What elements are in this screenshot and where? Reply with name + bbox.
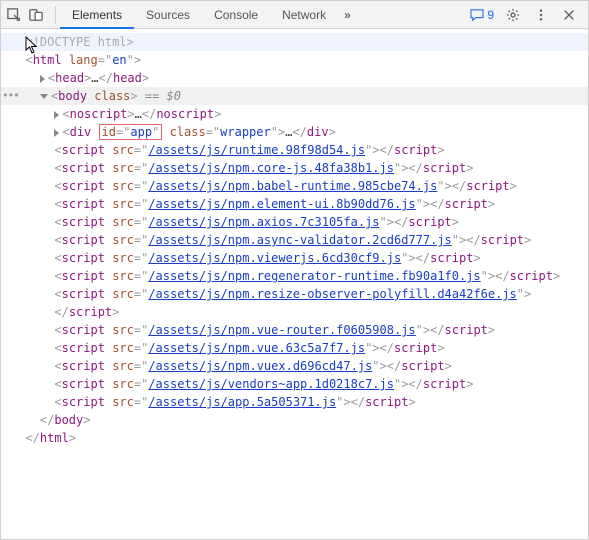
tree-line-script[interactable]: <script src="/assets/js/vendors~app.1d02… <box>1 375 588 393</box>
toolbar-left-icons <box>5 6 51 24</box>
tree-line-body-close[interactable]: </body> <box>1 411 588 429</box>
chevron-double-right-icon: » <box>344 8 351 22</box>
script-src-link[interactable]: /assets/js/npm.vue.63c5a7f7.js <box>148 341 365 355</box>
close-icon <box>562 8 576 22</box>
gutter-ellipsis-icon: ••• <box>2 87 19 105</box>
devtools-toolbar: Elements Sources Console Network » 9 <box>1 1 588 29</box>
chat-icon <box>470 9 484 21</box>
gear-icon <box>506 8 520 22</box>
tree-line-script[interactable]: <script src="/assets/js/npm.resize-obser… <box>1 285 588 303</box>
kebab-icon <box>534 8 548 22</box>
script-src-link[interactable]: /assets/js/npm.core-js.48fa38b1.js <box>148 161 394 175</box>
tree-line-html-open[interactable]: <html lang="en"> <box>1 51 588 69</box>
tab-label: Elements <box>72 8 122 22</box>
toolbar-divider <box>55 6 56 24</box>
tree-line-script[interactable]: <script src="/assets/js/npm.async-valida… <box>1 231 588 249</box>
scripts-container: <script src="/assets/js/runtime.98f98d54… <box>1 141 588 411</box>
script-src-link[interactable]: /assets/js/npm.regenerator-runtime.fb90a… <box>148 269 480 283</box>
tab-elements[interactable]: Elements <box>60 1 134 28</box>
inspect-element-icon[interactable] <box>5 6 23 24</box>
script-src-link[interactable]: /assets/js/npm.async-validator.2cd6d777.… <box>148 233 451 247</box>
selected-node-marker: == $0 <box>145 89 181 103</box>
tree-line-script[interactable]: <script src="/assets/js/npm.vue-router.f… <box>1 321 588 339</box>
tree-line-head[interactable]: <head>…</head> <box>1 69 588 87</box>
expand-arrow-icon[interactable] <box>54 111 59 119</box>
settings-button[interactable] <box>504 6 522 24</box>
script-src-link[interactable]: /assets/js/runtime.98f98d54.js <box>148 143 365 157</box>
collapse-arrow-icon[interactable] <box>40 94 48 99</box>
elements-tree[interactable]: <!DOCTYPE html> <html lang="en"> <head>…… <box>1 29 588 447</box>
tree-line-script[interactable]: <script src="/assets/js/npm.vuex.d696cd4… <box>1 357 588 375</box>
messages-count: 9 <box>487 8 494 22</box>
tree-line-doctype[interactable]: <!DOCTYPE html> <box>1 33 588 51</box>
tree-line-script[interactable]: <script src="/assets/js/npm.regenerator-… <box>1 267 588 285</box>
script-src-link[interactable]: /assets/js/npm.resize-observer-polyfill.… <box>148 287 516 301</box>
tree-line-script-close[interactable]: </script> <box>1 303 588 321</box>
device-toolbar-icon[interactable] <box>27 6 45 24</box>
more-tabs-button[interactable]: » <box>338 8 357 22</box>
tree-line-script[interactable]: <script src="/assets/js/npm.viewerjs.6cd… <box>1 249 588 267</box>
script-src-link[interactable]: /assets/js/npm.element-ui.8b90dd76.js <box>148 197 415 211</box>
script-src-link[interactable]: /assets/js/vendors~app.1d0218c7.js <box>148 377 394 391</box>
tree-line-script[interactable]: <script src="/assets/js/npm.axios.7c3105… <box>1 213 588 231</box>
toolbar-tabs: Elements Sources Console Network » <box>60 1 357 28</box>
more-options-button[interactable] <box>532 6 550 24</box>
tab-network[interactable]: Network <box>270 1 338 28</box>
tree-line-body-open[interactable]: ••• <body class> == $0 <box>1 87 588 105</box>
tree-line-noscript[interactable]: <noscript>…</noscript> <box>1 105 588 123</box>
script-src-link[interactable]: /assets/js/npm.axios.7c3105fa.js <box>148 215 379 229</box>
doctype-text: <!DOCTYPE html> <box>25 35 133 49</box>
tab-sources[interactable]: Sources <box>134 1 202 28</box>
tab-console[interactable]: Console <box>202 1 270 28</box>
tab-label: Console <box>214 8 258 22</box>
script-src-link[interactable]: /assets/js/npm.vue-router.f0605908.js <box>148 323 415 337</box>
tree-line-script[interactable]: <script src="/assets/js/npm.core-js.48fa… <box>1 159 588 177</box>
expand-arrow-icon[interactable] <box>40 75 45 83</box>
toolbar-right-icons: 9 <box>470 6 584 24</box>
tree-line-script[interactable]: <script src="/assets/js/npm.babel-runtim… <box>1 177 588 195</box>
highlight-box: id="app" <box>99 124 163 140</box>
tree-line-script[interactable]: <script src="/assets/js/app.5a505371.js"… <box>1 393 588 411</box>
expand-arrow-icon[interactable] <box>54 129 59 137</box>
tab-label: Sources <box>146 8 190 22</box>
tree-line-script[interactable]: <script src="/assets/js/npm.vue.63c5a7f7… <box>1 339 588 357</box>
tree-line-script[interactable]: <script src="/assets/js/runtime.98f98d54… <box>1 141 588 159</box>
messages-badge[interactable]: 9 <box>470 8 494 22</box>
tree-line-div-app[interactable]: <div id="app" class="wrapper">…</div> <box>1 123 588 141</box>
tab-label: Network <box>282 8 326 22</box>
close-button[interactable] <box>560 6 578 24</box>
script-src-link[interactable]: /assets/js/npm.babel-runtime.985cbe74.js <box>148 179 437 193</box>
script-src-link[interactable]: /assets/js/app.5a505371.js <box>148 395 336 409</box>
tree-line-html-close[interactable]: </html> <box>1 429 588 447</box>
tree-line-script[interactable]: <script src="/assets/js/npm.element-ui.8… <box>1 195 588 213</box>
script-src-link[interactable]: /assets/js/npm.viewerjs.6cd30cf9.js <box>148 251 401 265</box>
script-src-link[interactable]: /assets/js/npm.vuex.d696cd47.js <box>148 359 372 373</box>
